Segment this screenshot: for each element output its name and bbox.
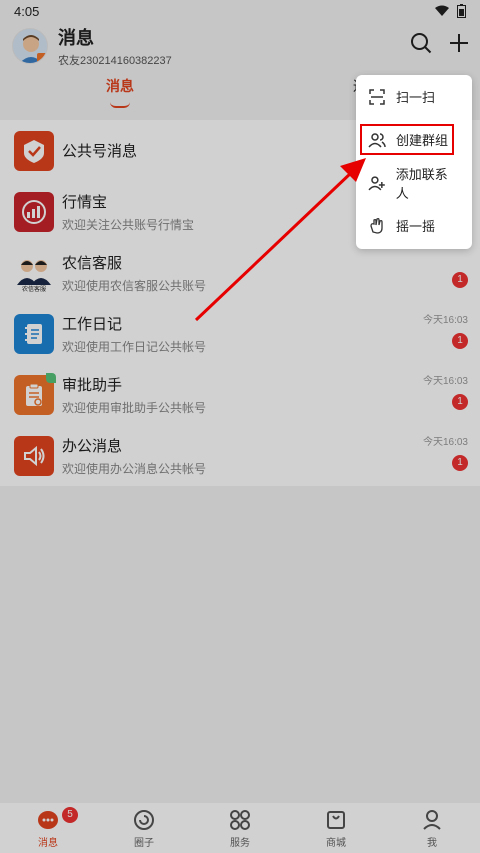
status-icons — [435, 4, 466, 18]
header-actions — [410, 32, 470, 54]
market-chart-icon — [14, 191, 54, 232]
message-time: 今天16:03 — [422, 437, 468, 448]
circle-icon — [134, 809, 154, 830]
bottom-nav: 消息 5 圈子 服务 商城 我 — [0, 803, 480, 853]
avatar-badge-icon — [37, 53, 47, 63]
header-text: 消息 农友230214160382237 — [58, 24, 172, 68]
search-icon[interactable] — [410, 32, 432, 54]
nav-messages-badge: 5 — [62, 807, 78, 823]
message-title: 办公消息 — [62, 437, 123, 455]
message-title: 工作日记 — [62, 315, 123, 333]
shopping-bag-icon — [327, 810, 345, 829]
customer-service-icon-label: 农信客服 — [21, 286, 46, 293]
nav-services[interactable]: 服务 — [192, 803, 288, 853]
message-item-approval[interactable]: 审批助手 欢迎使用审批助手公共帐号 今天16:03 1 — [0, 364, 480, 425]
user-id: 农友230214160382237 — [58, 55, 172, 67]
message-item-office[interactable]: 办公消息 欢迎使用办公消息公共帐号 今天16:03 1 — [0, 425, 480, 486]
page-title: 消息 — [58, 28, 94, 48]
message-title: 审批助手 — [62, 376, 123, 394]
nav-mall-label: 商城 — [326, 837, 346, 849]
message-subtitle: 欢迎使用农信客服公共账号 — [62, 278, 207, 293]
message-item-diary[interactable]: 工作日记 欢迎使用工作日记公共帐号 今天16:03 1 — [0, 303, 480, 364]
nav-circle[interactable]: 圈子 — [96, 803, 192, 853]
nav-messages-label: 消息 — [38, 837, 58, 849]
tab-messages-label: 消息 — [106, 78, 134, 94]
tab-messages[interactable]: 消息 — [0, 70, 240, 110]
scan-icon — [369, 88, 385, 105]
shake-hand-icon — [370, 217, 383, 234]
nav-services-label: 服务 — [230, 837, 250, 849]
unread-badge: 1 — [452, 333, 468, 349]
person-icon — [423, 809, 441, 830]
menu-scan-label: 扫一扫 — [396, 90, 436, 105]
message-body: 农信客服 欢迎使用农信客服公共账号 — [62, 252, 466, 294]
battery-icon — [457, 4, 466, 18]
nav-me-label: 我 — [427, 837, 437, 849]
message-bubble-icon — [38, 810, 58, 829]
message-time: 今天16:03 — [422, 376, 468, 387]
unread-badge: 1 — [452, 394, 468, 410]
avatar[interactable] — [12, 28, 48, 64]
message-body: 审批助手 欢迎使用审批助手公共帐号 — [62, 374, 466, 416]
menu-add-contact[interactable]: 添加联系人 — [356, 161, 472, 204]
unread-badge: 1 — [452, 455, 468, 471]
speaker-icon — [14, 435, 54, 476]
menu-scan[interactable]: 扫一扫 — [356, 75, 472, 118]
tab-active-indicator — [110, 102, 130, 108]
unread-badge: 1 — [452, 272, 468, 288]
message-subtitle: 欢迎使用办公消息公共帐号 — [62, 461, 207, 476]
notebook-icon — [14, 313, 54, 354]
wifi-icon — [435, 5, 449, 16]
menu-add-contact-label: 添加联系人 — [395, 166, 448, 201]
menu-shake-label: 摇一摇 — [396, 219, 436, 234]
status-bar: 4:05 — [0, 0, 480, 22]
nav-mall[interactable]: 商城 — [288, 803, 384, 853]
customer-service-icon: 农信客服 — [14, 252, 54, 293]
popup-menu: 扫一扫 创建群组 添加联系人 摇一摇 — [356, 75, 472, 249]
group-icon — [368, 132, 386, 148]
public-account-icon — [14, 130, 54, 171]
message-subtitle: 欢迎使用审批助手公共帐号 — [62, 400, 207, 415]
add-user-icon — [368, 175, 385, 190]
message-body: 办公消息 欢迎使用办公消息公共帐号 — [62, 435, 466, 477]
plus-icon[interactable] — [448, 32, 470, 54]
message-time: 今天16:03 — [422, 315, 468, 326]
app-header: 消息 农友230214160382237 — [0, 22, 480, 70]
menu-create-group[interactable]: 创建群组 — [356, 118, 472, 161]
menu-create-group-label: 创建群组 — [396, 133, 449, 148]
new-corner-icon — [46, 372, 56, 383]
grid-icon — [230, 809, 250, 830]
message-item-service[interactable]: 农信客服 农信客服 欢迎使用农信客服公共账号 1 — [0, 242, 480, 303]
message-body: 工作日记 欢迎使用工作日记公共帐号 — [62, 313, 466, 355]
message-subtitle: 欢迎使用工作日记公共帐号 — [62, 339, 207, 354]
message-title: 农信客服 — [62, 254, 123, 272]
nav-circle-label: 圈子 — [134, 837, 154, 849]
status-time: 4:05 — [14, 3, 40, 19]
menu-shake[interactable]: 摇一摇 — [356, 204, 472, 247]
nav-messages[interactable]: 消息 5 — [0, 803, 96, 853]
clipboard-icon — [14, 372, 56, 415]
nav-me[interactable]: 我 — [384, 803, 480, 853]
